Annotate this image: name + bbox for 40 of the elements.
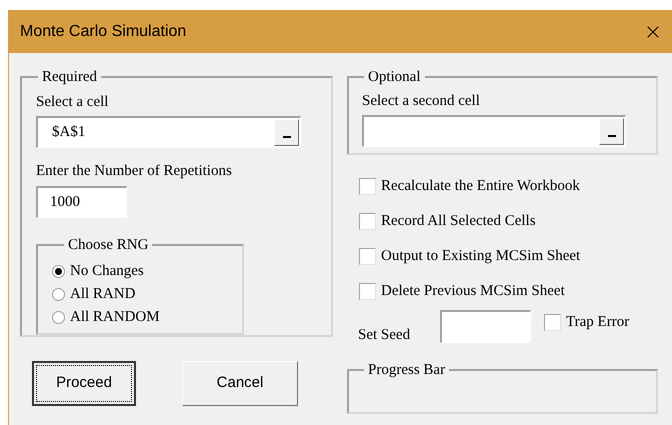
- checkbox[interactable]: [544, 314, 561, 331]
- radio-button[interactable]: [52, 265, 65, 278]
- checkbox-label: Recalculate the Entire Workbook: [381, 176, 580, 196]
- dialog-button[interactable]: Proceed: [32, 361, 136, 406]
- seed-field[interactable]: [440, 310, 531, 343]
- checkbox[interactable]: [359, 248, 376, 264]
- field-label: Select a cell: [36, 92, 110, 112]
- checkbox[interactable]: [359, 212, 376, 230]
- checkbox[interactable]: [359, 178, 376, 194]
- group-label: Required: [41, 68, 98, 87]
- seed-label: Set Seed: [358, 326, 412, 345]
- option-label: All RAND: [70, 285, 136, 304]
- field-label: Select a second cell: [362, 92, 481, 110]
- field-value: 1000: [50, 192, 80, 212]
- cell-reference-field[interactable]: $A$1: [36, 116, 301, 148]
- field-value: $A$1: [52, 123, 86, 142]
- checkbox[interactable]: [359, 282, 376, 300]
- field-label: Enter the Number of Repetitions: [36, 162, 233, 181]
- radio-option[interactable]: All RAND: [52, 283, 228, 306]
- option-label: All RANDOM: [70, 308, 160, 328]
- group-label: Optional: [367, 68, 422, 87]
- option-label: No Changes: [70, 262, 144, 282]
- checkbox-label: Trap Error: [566, 313, 630, 332]
- checkbox-label: Output to Existing MCSim Sheet: [381, 246, 580, 266]
- checkbox-label: Record All Selected Cells: [381, 212, 536, 231]
- range-select-button[interactable]: [274, 119, 299, 146]
- window-title: Monte Carlo Simulation: [20, 22, 186, 42]
- radio-option[interactable]: All RANDOM: [52, 306, 228, 329]
- dialog-button[interactable]: Cancel: [182, 361, 298, 406]
- checkbox-label: Delete Previous MCSim Sheet: [381, 282, 565, 301]
- dash-icon: [282, 136, 290, 138]
- radio-button[interactable]: [52, 288, 65, 301]
- dash-icon: [608, 135, 616, 137]
- group-label: Choose RNG: [67, 236, 150, 254]
- radio-option[interactable]: No Changes: [52, 260, 228, 283]
- group-label: Progress Bar: [367, 360, 446, 380]
- second-cell-field[interactable]: [362, 115, 626, 147]
- range-select-button[interactable]: [599, 118, 624, 145]
- radio-button[interactable]: [52, 311, 65, 324]
- repetitions-field[interactable]: 1000: [36, 186, 127, 218]
